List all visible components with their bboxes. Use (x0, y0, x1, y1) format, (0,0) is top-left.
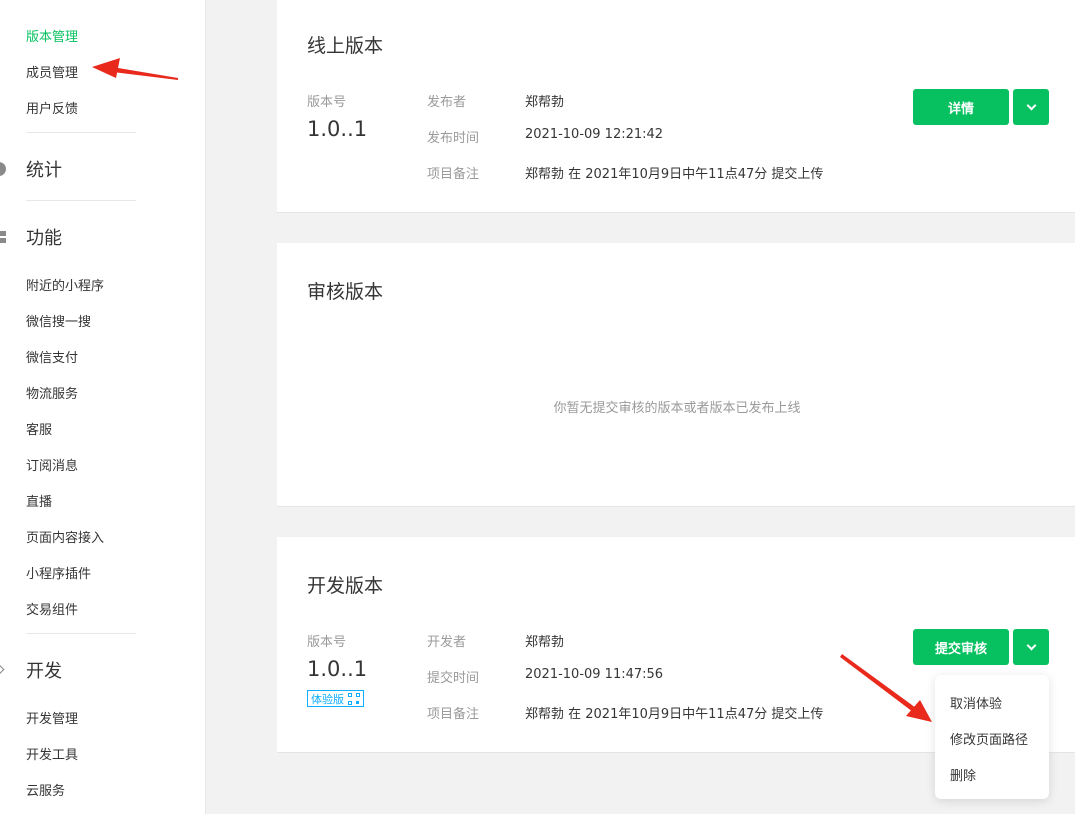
chevron-down-icon (1026, 100, 1036, 110)
sidebar-divider (26, 200, 136, 201)
sidebar-item-subscribe-message[interactable]: 订阅消息 (26, 455, 78, 474)
submit-time-label: 提交时间 (427, 671, 480, 686)
sidebar-divider (26, 132, 136, 133)
sidebar-section-features-label: 功能 (26, 228, 62, 249)
developer-value: 郑帮勃 (525, 635, 565, 650)
dev-version-number: 1.0..1 (307, 657, 368, 681)
grid-icon (0, 229, 8, 245)
sidebar-section-stats[interactable]: 统计 (0, 156, 62, 182)
version-number-label: 版本号 (307, 635, 347, 650)
sidebar-item-version-management[interactable]: 版本管理 (26, 26, 78, 45)
sidebar-item-logistics[interactable]: 物流服务 (26, 383, 78, 402)
note-value: 郑帮勃 在 2021年10月9日中午11点47分 提交上传 (525, 707, 824, 722)
online-version-card: 线上版本 版本号 1.0..1 发布者 郑帮勃 发布时间 2021-10-09 … (277, 0, 1075, 213)
sidebar-item-nearby-miniprogram[interactable]: 附近的小程序 (26, 275, 104, 294)
sidebar-item-plugins[interactable]: 小程序插件 (26, 563, 91, 582)
publish-time-value: 2021-10-09 12:21:42 (525, 127, 664, 142)
dev-more-dropdown-button[interactable] (1013, 629, 1049, 665)
sidebar-item-trade-component[interactable]: 交易组件 (26, 599, 78, 618)
chevron-down-icon (1026, 640, 1036, 650)
sidebar-item-dev-tools[interactable]: 开发工具 (26, 744, 78, 763)
sidebar-section-features[interactable]: 功能 (0, 224, 62, 250)
submit-time-value: 2021-10-09 11:47:56 (525, 667, 664, 682)
sidebar-item-live[interactable]: 直播 (26, 491, 52, 510)
code-icon (0, 662, 8, 678)
version-number-label: 版本号 (307, 95, 347, 110)
note-label: 项目备注 (427, 167, 480, 182)
sidebar-item-member-management[interactable]: 成员管理 (26, 62, 78, 81)
sidebar-item-page-content[interactable]: 页面内容接入 (26, 527, 104, 546)
sidebar: 版本管理 成员管理 用户反馈 统计 功能 附近的小程序 微信搜一搜 微信支付 物… (0, 0, 206, 814)
review-version-card: 审核版本 你暂无提交审核的版本或者版本已发布上线 (277, 243, 1075, 507)
details-button[interactable]: 详情 (913, 89, 1009, 125)
developer-label: 开发者 (427, 635, 467, 650)
online-version-number: 1.0..1 (307, 117, 368, 141)
dropdown-item-edit-page-path[interactable]: 修改页面路径 (950, 729, 1028, 748)
qrcode-icon (348, 692, 360, 705)
sidebar-item-customer-service[interactable]: 客服 (26, 419, 52, 438)
publisher-value: 郑帮勃 (525, 95, 565, 110)
trial-badge-label: 体验版 (311, 692, 344, 706)
sidebar-section-dev-label: 开发 (26, 661, 62, 682)
sidebar-item-cloud-service[interactable]: 云服务 (26, 780, 65, 799)
sidebar-section-dev[interactable]: 开发 (0, 657, 62, 683)
sidebar-item-wechat-search[interactable]: 微信搜一搜 (26, 311, 91, 330)
pie-chart-icon (0, 161, 8, 177)
publisher-label: 发布者 (427, 95, 467, 110)
note-label: 项目备注 (427, 707, 480, 722)
note-value: 郑帮勃 在 2021年10月9日中午11点47分 提交上传 (525, 167, 824, 182)
submit-review-button[interactable]: 提交审核 (913, 629, 1009, 665)
review-version-title: 审核版本 (307, 281, 384, 303)
online-more-dropdown-button[interactable] (1013, 89, 1049, 125)
sidebar-item-user-feedback[interactable]: 用户反馈 (26, 98, 78, 117)
dev-more-dropdown-menu: 取消体验 修改页面路径 删除 (935, 675, 1049, 799)
dropdown-item-delete[interactable]: 删除 (950, 765, 976, 784)
sidebar-item-dev-management[interactable]: 开发管理 (26, 708, 78, 727)
review-empty-message: 你暂无提交审核的版本或者版本已发布上线 (553, 401, 801, 416)
trial-version-badge[interactable]: 体验版 (307, 690, 364, 707)
sidebar-item-wechat-pay[interactable]: 微信支付 (26, 347, 78, 366)
publish-time-label: 发布时间 (427, 131, 480, 146)
dev-version-title: 开发版本 (307, 575, 384, 597)
dropdown-item-cancel-trial[interactable]: 取消体验 (950, 693, 1002, 712)
sidebar-section-stats-label: 统计 (26, 160, 62, 181)
sidebar-divider (26, 633, 136, 634)
online-version-title: 线上版本 (307, 35, 384, 57)
